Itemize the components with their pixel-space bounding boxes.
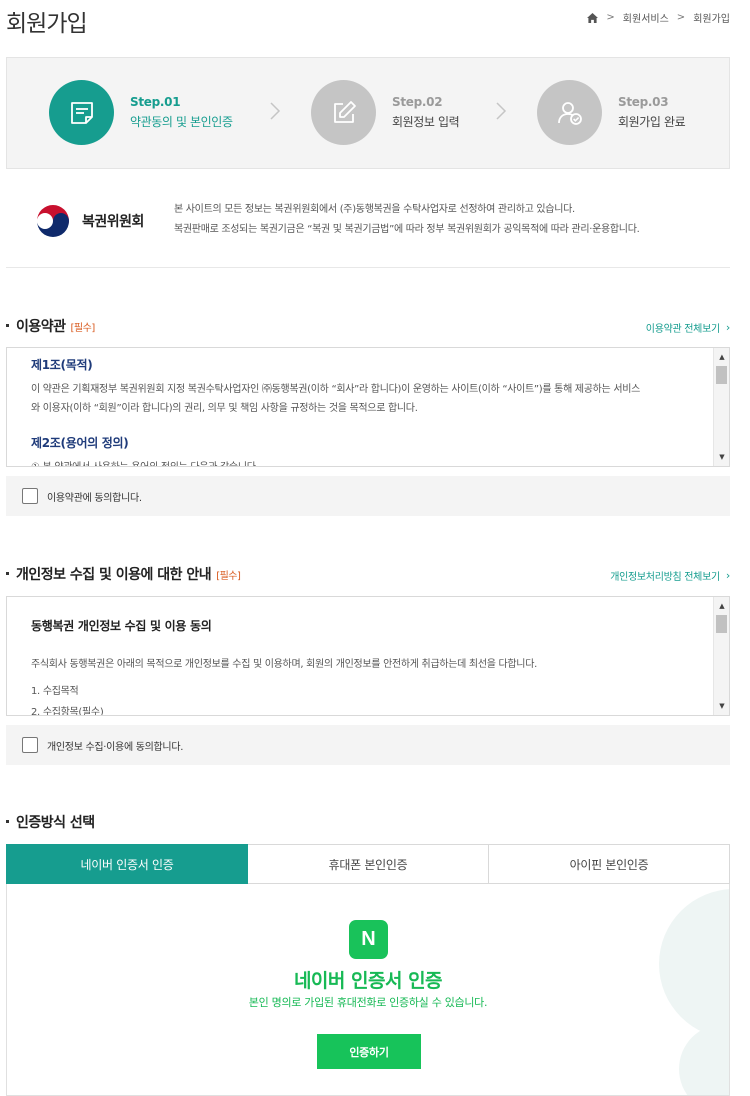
page-title: 회원가입 bbox=[6, 11, 88, 37]
terms-scroll-box[interactable]: 제1조(목적) 이 약관은 기획재정부 복권위원회 지정 복권수탁사업자인 ㈜동… bbox=[6, 347, 730, 467]
notice-line-2: 복권판매로 조성되는 복권기금은 “복권 및 복권기금법”에 따라 정부 복권위… bbox=[174, 224, 640, 235]
step-2-circle bbox=[311, 80, 376, 145]
breadcrumb: > 회원서비스 > 회원가입 bbox=[587, 10, 730, 25]
terms-article-2-heading: 제2조(용어의 정의) bbox=[31, 436, 129, 450]
home-icon[interactable] bbox=[587, 12, 599, 23]
bullet-icon bbox=[6, 572, 9, 575]
step-1-circle bbox=[49, 80, 114, 145]
privacy-agree-checkbox[interactable] bbox=[22, 737, 38, 753]
terms-scrollbar[interactable]: ▲ ▼ bbox=[713, 348, 729, 466]
bullet-icon bbox=[6, 820, 9, 823]
naver-auth-description: 본인 명의로 가입된 휴대전화로 인증하실 수 있습니다. bbox=[248, 996, 488, 1009]
privacy-section-title: 개인정보 수집 및 이용에 대한 안내 [필수] bbox=[6, 564, 241, 584]
tab-ipin-verification[interactable]: 아이핀 본인인증 bbox=[489, 844, 730, 884]
privacy-paragraph: 주식회사 동행복권은 아래의 목적으로 개인정보를 수집 및 이용하며, 회원의… bbox=[31, 659, 537, 670]
privacy-agree-bar: 개인정보 수집·이용에 동의합니다. bbox=[6, 725, 730, 765]
terms-article-1-line-1: 이 약관은 기획재정부 복권위원회 지정 복권수탁사업자인 ㈜동행복권(이하 “… bbox=[31, 384, 641, 395]
naver-logo-icon: N bbox=[349, 920, 388, 959]
breadcrumb-item-signup: 회원가입 bbox=[693, 14, 730, 25]
scroll-down-icon[interactable]: ▼ bbox=[714, 699, 729, 713]
decorative-shape bbox=[679, 1024, 729, 1095]
logo-text: 복권위원회 bbox=[82, 214, 144, 230]
document-icon bbox=[70, 101, 93, 124]
scroll-thumb[interactable] bbox=[716, 366, 727, 384]
chevron-right-icon bbox=[270, 102, 281, 120]
privacy-policy-view-all-link[interactable]: 개인정보처리방침 전체보기 › bbox=[610, 568, 730, 583]
verify-button[interactable]: 인증하기 bbox=[317, 1034, 421, 1069]
terms-agree-bar: 이용약관에 동의합니다. bbox=[6, 476, 730, 516]
required-badge: [필수] bbox=[216, 571, 241, 582]
privacy-item-1: 1. 수집목적 bbox=[31, 686, 79, 697]
privacy-item-2: 2. 수집항목(필수) bbox=[31, 707, 104, 716]
chevron-right-icon: › bbox=[725, 321, 730, 334]
lottery-commission-notice: 복권위원회 본 사이트의 모든 정보는 복권위원회에서 (주)동행복권을 수탁사… bbox=[6, 172, 730, 268]
step-2-label: 회원정보 입력 bbox=[392, 115, 460, 129]
chevron-right-icon: > bbox=[606, 12, 615, 23]
notice-line-1: 본 사이트의 모든 정보는 복권위원회에서 (주)동행복권을 수탁사업자로 선정… bbox=[174, 204, 575, 215]
step-1-label: 약관동의 및 본인인증 bbox=[130, 115, 233, 129]
user-check-icon bbox=[557, 101, 582, 125]
signup-steps: Step.01 약관동의 및 본인인증 Step.02 회원정보 입력 Step… bbox=[6, 57, 730, 169]
step-2-num: Step.02 bbox=[392, 95, 443, 109]
terms-title: 이용약관 bbox=[16, 319, 66, 335]
privacy-heading: 동행복권 개인정보 수집 및 이용 동의 bbox=[31, 619, 212, 633]
terms-article-2-line-1: ① 본 약관에서 사용하는 용어의 정의는 다음과 같습니다. bbox=[31, 458, 259, 466]
step-3-circle bbox=[537, 80, 602, 145]
scroll-down-icon[interactable]: ▼ bbox=[714, 450, 729, 464]
tab-naver-certificate[interactable]: 네이버 인증서 인증 bbox=[6, 844, 248, 884]
step-3-label: 회원가입 완료 bbox=[618, 115, 686, 129]
tab-phone-verification[interactable]: 휴대폰 본인인증 bbox=[248, 844, 489, 884]
naver-auth-title: 네이버 인증서 인증 bbox=[293, 970, 443, 992]
terms-article-1-heading: 제1조(목적) bbox=[31, 358, 93, 372]
privacy-scroll-box[interactable]: 동행복권 개인정보 수집 및 이용 동의 주식회사 동행복권은 아래의 목적으로… bbox=[6, 596, 730, 716]
auth-method-tabs: 네이버 인증서 인증 휴대폰 본인인증 아이핀 본인인증 bbox=[6, 844, 730, 884]
lottery-commission-logo: 복권위원회 bbox=[34, 202, 144, 240]
step-3-num: Step.03 bbox=[618, 95, 669, 109]
decorative-shape bbox=[659, 889, 729, 1039]
privacy-title: 개인정보 수집 및 이용에 대한 안내 bbox=[16, 567, 212, 583]
step-3: Step.03 회원가입 완료 bbox=[537, 80, 686, 145]
terms-agree-label[interactable]: 이용약관에 동의합니다. bbox=[47, 489, 142, 504]
bullet-icon bbox=[6, 324, 9, 327]
naver-auth-panel: N 네이버 인증서 인증 본인 명의로 가입된 휴대전화로 인증하실 수 있습니… bbox=[6, 884, 730, 1096]
terms-agree-checkbox[interactable] bbox=[22, 488, 38, 504]
breadcrumb-item-member-service[interactable]: 회원서비스 bbox=[623, 10, 669, 25]
step-1-num: Step.01 bbox=[130, 95, 181, 109]
privacy-agree-label[interactable]: 개인정보 수집·이용에 동의합니다. bbox=[47, 738, 183, 753]
notice-text: 본 사이트의 모든 정보는 복권위원회에서 (주)동행복권을 수탁사업자로 선정… bbox=[174, 200, 640, 240]
chevron-right-icon: › bbox=[725, 569, 730, 582]
terms-section-title: 이용약관 [필수] bbox=[6, 316, 95, 336]
scroll-thumb[interactable] bbox=[716, 615, 727, 633]
edit-icon bbox=[333, 100, 356, 123]
scroll-up-icon[interactable]: ▲ bbox=[714, 350, 729, 364]
privacy-view-all-label: 개인정보처리방침 전체보기 bbox=[610, 572, 720, 583]
terms-view-all-link[interactable]: 이용약관 전체보기 › bbox=[645, 320, 731, 335]
terms-article-1-line-2: 와 이용자(이하 “회원”이라 합니다)의 권리, 의무 및 책임 사항을 규정… bbox=[31, 403, 418, 414]
auth-section-title: 인증방식 선택 bbox=[6, 812, 95, 832]
terms-view-all-label: 이용약관 전체보기 bbox=[645, 324, 720, 335]
chevron-right-icon bbox=[496, 102, 507, 120]
taegeuk-logo-icon bbox=[35, 203, 71, 239]
privacy-scrollbar[interactable]: ▲ ▼ bbox=[713, 597, 729, 715]
scroll-up-icon[interactable]: ▲ bbox=[714, 599, 729, 613]
step-1: Step.01 약관동의 및 본인인증 bbox=[49, 80, 233, 145]
required-badge: [필수] bbox=[70, 323, 96, 334]
auth-title: 인증방식 선택 bbox=[16, 815, 95, 831]
chevron-right-icon: > bbox=[676, 12, 686, 23]
step-2: Step.02 회원정보 입력 bbox=[311, 80, 460, 145]
